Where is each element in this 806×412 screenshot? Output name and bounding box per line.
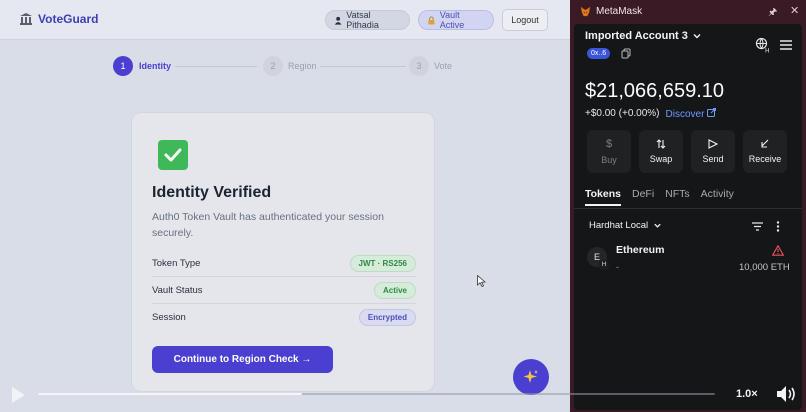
brand[interactable]: VoteGuard <box>20 12 98 26</box>
send-icon <box>708 139 718 149</box>
info-row: Vault Status Active <box>152 277 416 304</box>
tab-divider <box>574 208 802 209</box>
card-description: Auth0 Token Vault has authenticated your… <box>152 211 384 239</box>
token-amount: 10,000 ETH <box>739 262 790 273</box>
buy-label: Buy <box>601 155 617 165</box>
vault-status-pill[interactable]: Vault Active <box>418 10 494 30</box>
step-3-label: Vote <box>434 61 453 71</box>
swap-icon <box>656 139 666 149</box>
dollar-icon: $ <box>605 138 613 150</box>
action-buttons: $ Buy Swap Send Receive <box>587 130 787 173</box>
receive-icon <box>761 139 769 148</box>
user-pill[interactable]: Vatsal Pithadia <box>325 10 410 30</box>
user-icon <box>334 16 342 25</box>
asset-tabs: Tokens DeFi NFTs Activity <box>585 188 734 206</box>
tab-nfts[interactable]: NFTs <box>665 188 690 206</box>
info-row: Token Type JWT · RS256 <box>152 250 416 277</box>
pin-icon[interactable]: 🖈 <box>768 5 777 22</box>
step-2-circle: 2 <box>263 56 283 76</box>
token-type-badge: JWT · RS256 <box>349 254 416 272</box>
step-2-label: Region <box>288 61 317 71</box>
step-connector <box>175 66 257 67</box>
send-label: Send <box>702 154 724 164</box>
globe-network-icon[interactable]: H <box>755 37 771 53</box>
checkmark-icon <box>158 140 188 170</box>
logout-button[interactable]: Logout <box>502 9 548 31</box>
session-badge: Encrypted <box>358 309 416 326</box>
lock-icon <box>428 16 435 24</box>
seek-bar[interactable] <box>38 393 715 395</box>
external-link-icon <box>707 108 717 117</box>
address-tag[interactable]: 0x..6 <box>587 48 611 59</box>
row-label: Session <box>152 312 186 323</box>
account-selector[interactable]: Imported Account 3 <box>585 30 702 42</box>
volume-icon[interactable] <box>776 385 798 403</box>
playback-speed[interactable]: 1.0× <box>736 388 758 400</box>
building-icon <box>20 13 32 25</box>
continue-button[interactable]: Continue to Region Check → <box>152 346 333 373</box>
tab-defi[interactable]: DeFi <box>632 188 654 206</box>
close-icon[interactable]: ✕ <box>790 4 799 17</box>
swap-button[interactable]: Swap <box>639 130 683 173</box>
video-player-controls: 1.0× <box>0 380 806 412</box>
row-label: Token Type <box>152 257 201 269</box>
metamask-body: Imported Account 3 0x..6 H $21,066,659.1… <box>574 24 802 410</box>
metamask-popup: MetaMask 🖈 ✕ Imported Account 3 0x..6 H … <box>570 0 806 412</box>
vault-status-badge: Active <box>373 281 416 299</box>
total-balance: $21,066,659.10 <box>585 80 725 102</box>
tab-activity[interactable]: Activity <box>701 188 734 206</box>
top-bar: VoteGuard Vatsal Pithadia Vault Active L… <box>0 0 570 40</box>
verification-card: Identity Verified Auth0 Token Vault has … <box>131 112 435 392</box>
warning-icon[interactable] <box>772 245 784 256</box>
filter-icon[interactable] <box>752 222 763 231</box>
info-row: Session Encrypted <box>152 304 416 331</box>
progress-stepper: 1 Identity 2 Region 3 Vote <box>113 56 473 78</box>
send-button[interactable]: Send <box>691 130 735 173</box>
chevron-down-icon <box>654 223 661 228</box>
token-name[interactable]: Ethereum <box>616 244 664 256</box>
more-options-icon[interactable] <box>776 221 780 232</box>
network-filter[interactable]: Hardhat Local <box>589 220 662 231</box>
metamask-title: MetaMask <box>596 6 643 17</box>
vault-status-label: Vault Active <box>439 10 465 30</box>
metamask-fox-icon <box>580 6 591 17</box>
seek-bar-progress <box>38 393 303 395</box>
mouse-cursor-icon <box>477 275 486 287</box>
voteguard-app: VoteGuard Vatsal Pithadia Vault Active L… <box>0 0 570 412</box>
step-1-label: Identity <box>139 61 172 71</box>
receive-button[interactable]: Receive <box>743 130 787 173</box>
network-name: Hardhat Local <box>589 220 649 231</box>
swap-label: Swap <box>649 154 673 164</box>
network-badge: H <box>599 260 609 270</box>
hamburger-menu-icon[interactable] <box>780 40 792 50</box>
token-fiat-value: - <box>616 262 619 272</box>
brand-name: VoteGuard <box>38 12 99 26</box>
change-value: +$0.00 (+0.00%) <box>585 108 660 119</box>
copy-icon[interactable] <box>621 48 631 59</box>
buy-button[interactable]: $ Buy <box>587 130 631 173</box>
tab-tokens[interactable]: Tokens <box>585 188 621 206</box>
step-connector <box>320 66 406 67</box>
step-1-circle: 1 <box>113 56 133 76</box>
receive-label: Receive <box>748 154 782 164</box>
play-icon[interactable] <box>10 386 26 404</box>
discover-label: Discover <box>665 109 705 120</box>
svg-text:H: H <box>765 48 770 54</box>
card-title: Identity Verified <box>152 184 272 201</box>
account-name: Imported Account 3 <box>585 30 688 42</box>
metamask-titlebar: MetaMask 🖈 ✕ <box>570 0 806 24</box>
step-3-circle: 3 <box>409 56 429 76</box>
chevron-down-icon <box>693 34 701 39</box>
balance-change: +$0.00 (+0.00%) Discover <box>585 108 717 120</box>
user-name: Vatsal Pithadia <box>346 10 379 30</box>
discover-link[interactable]: Discover <box>666 108 717 120</box>
row-label: Vault Status <box>152 284 203 296</box>
